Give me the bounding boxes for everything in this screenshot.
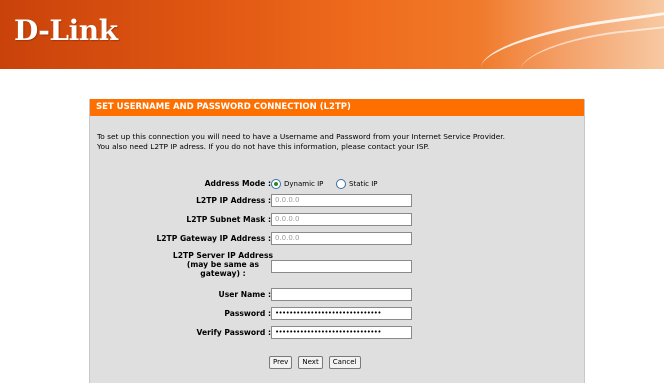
section-title: SET USERNAME AND PASSWORD CONNECTION (L2…: [90, 99, 584, 116]
intro-line: To set up this connection you will need …: [97, 132, 505, 141]
l2tp-gateway-label: L2TP Gateway IP Address :: [156, 234, 271, 243]
username-row: User Name :: [90, 288, 586, 302]
l2tp-server-row: L2TP Server IP Address (may be same as g…: [90, 251, 586, 281]
verify-password-row: Verify Password : ••••••••••••••••••••••…: [90, 326, 586, 340]
verify-password-label: Verify Password :: [196, 328, 271, 337]
dynamic-ip-label: Dynamic IP: [284, 180, 324, 188]
next-button[interactable]: Next: [298, 356, 323, 369]
l2tp-subnet-label: L2TP Subnet Mask :: [186, 215, 271, 224]
l2tp-subnet-row: L2TP Subnet Mask : 0.0.0.0: [90, 213, 586, 227]
radio-static-ip[interactable]: [336, 179, 346, 189]
l2tp-ip-row: L2TP IP Address : 0.0.0.0: [90, 194, 586, 208]
address-mode-row: Address Mode : Dynamic IP Static IP: [90, 177, 586, 191]
l2tp-server-label-line: (may be same as: [186, 260, 259, 269]
dlink-logo: D-Link: [14, 14, 118, 47]
username-label: User Name :: [218, 290, 271, 299]
l2tp-settings-panel: SET USERNAME AND PASSWORD CONNECTION (L2…: [89, 99, 585, 383]
verify-password-input[interactable]: ••••••••••••••••••••••••••••••: [271, 326, 412, 339]
l2tp-server-label-line: gateway) :: [200, 269, 246, 278]
static-ip-label: Static IP: [349, 180, 378, 188]
l2tp-server-input[interactable]: [271, 260, 412, 273]
static-ip-option[interactable]: Static IP: [336, 177, 378, 191]
dynamic-ip-option[interactable]: Dynamic IP: [271, 177, 323, 191]
l2tp-server-label-line: L2TP Server IP Address: [172, 251, 273, 260]
intro-line: You also need L2TP IP adress. If you do …: [97, 142, 430, 151]
password-label: Password :: [224, 309, 271, 318]
prev-button[interactable]: Prev: [269, 356, 293, 369]
header-banner: D-Link: [0, 0, 664, 69]
password-input[interactable]: ••••••••••••••••••••••••••••••: [271, 307, 412, 320]
l2tp-subnet-input[interactable]: 0.0.0.0: [271, 213, 412, 226]
intro-text: To set up this connection you will need …: [97, 132, 582, 152]
l2tp-gateway-row: L2TP Gateway IP Address : 0.0.0.0: [90, 232, 586, 246]
radio-dynamic-ip[interactable]: [271, 179, 281, 189]
cancel-button[interactable]: Cancel: [328, 356, 361, 369]
username-input[interactable]: [271, 288, 412, 301]
password-row: Password : •••••••••••••••••••••••••••••…: [90, 307, 586, 321]
wizard-buttons: Prev Next Cancel: [269, 349, 362, 369]
l2tp-server-label: L2TP Server IP Address (may be same as g…: [173, 251, 273, 278]
l2tp-ip-label: L2TP IP Address :: [196, 196, 271, 205]
l2tp-ip-input[interactable]: 0.0.0.0: [271, 194, 412, 207]
address-mode-label: Address Mode :: [204, 179, 271, 188]
l2tp-gateway-input[interactable]: 0.0.0.0: [271, 232, 412, 245]
